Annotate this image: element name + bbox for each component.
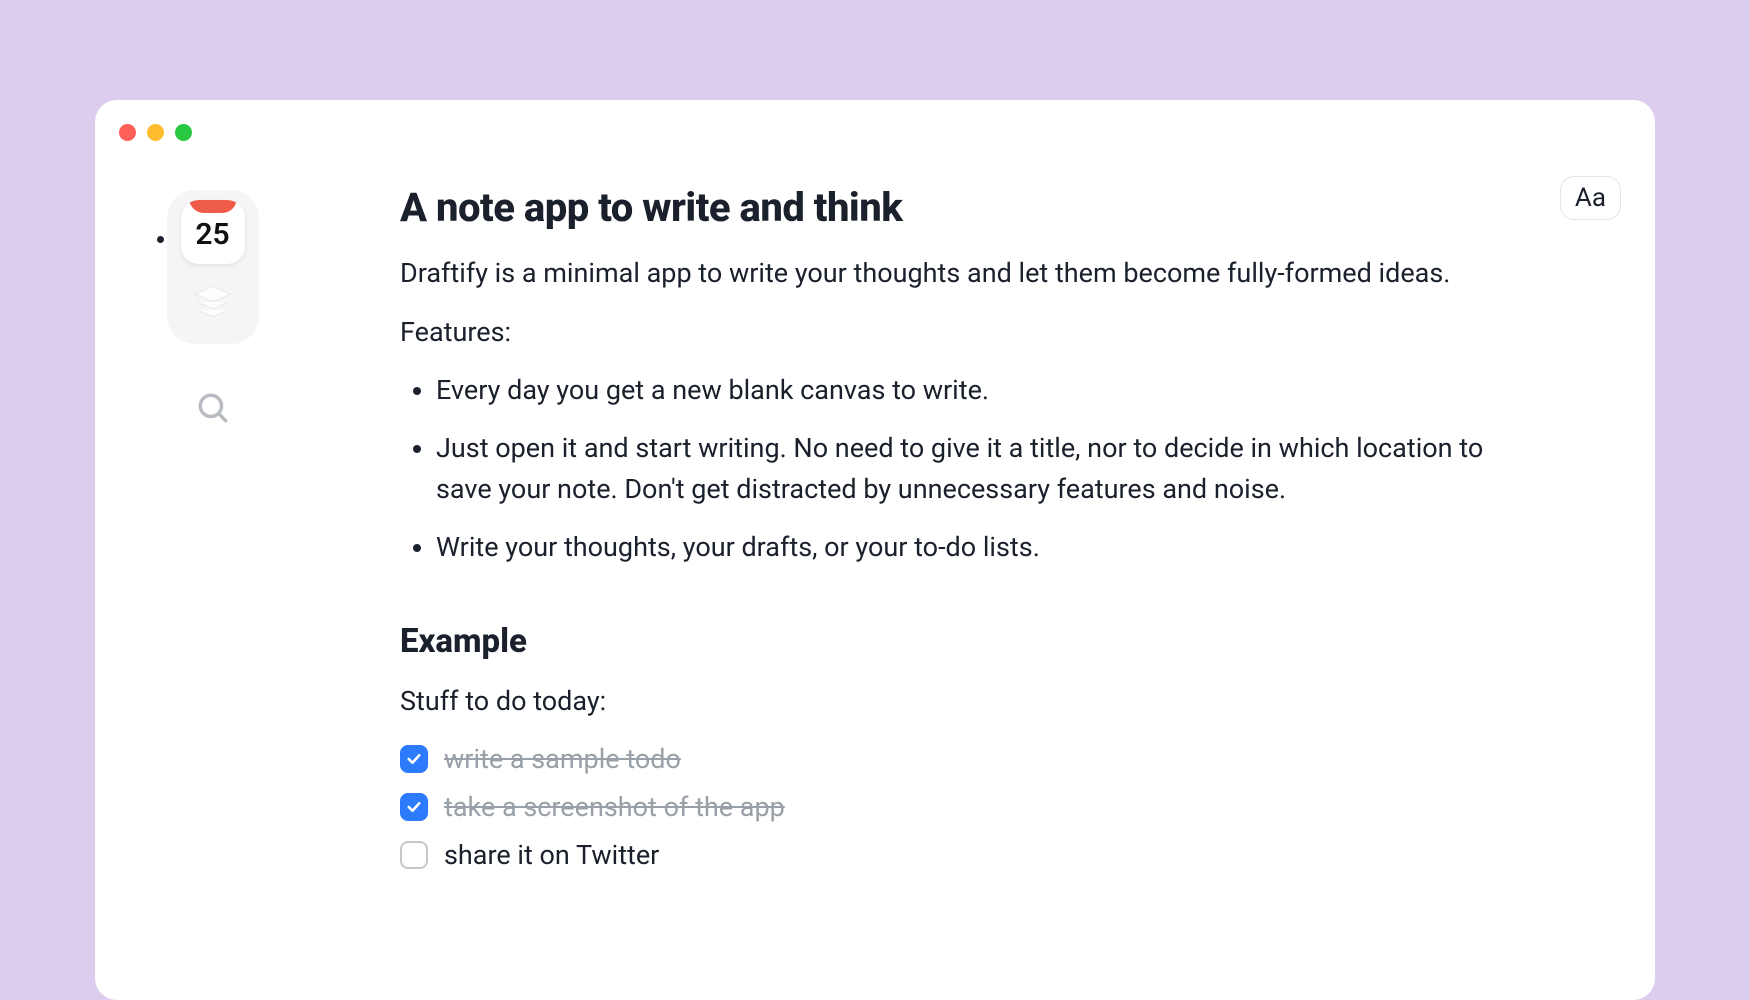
note-title[interactable]: A note app to write and think — [400, 184, 1575, 231]
today-button[interactable]: 25 — [181, 200, 245, 264]
list-item[interactable]: Every day you get a new blank canvas to … — [436, 370, 1575, 411]
todo-checkbox[interactable] — [400, 841, 428, 869]
calendar-icon — [189, 200, 237, 213]
app-body: 25 Aa A note a — [95, 100, 1655, 1000]
all-notes-button[interactable] — [181, 270, 245, 334]
features-list: Every day you get a new blank canvas to … — [400, 370, 1575, 568]
note-intro[interactable]: Draftify is a minimal app to write your … — [400, 253, 1575, 294]
todo-item: share it on Twitter — [400, 839, 1575, 871]
todo-checkbox[interactable] — [400, 793, 428, 821]
todo-item: take a screenshot of the app — [400, 791, 1575, 823]
app-window: 25 Aa A note a — [95, 100, 1655, 1000]
todo-text[interactable]: write a sample todo — [444, 743, 681, 775]
todo-checkbox[interactable] — [400, 745, 428, 773]
todo-text[interactable]: take a screenshot of the app — [444, 791, 785, 823]
sidebar-nav-group: 25 — [167, 190, 259, 344]
stack-icon — [192, 281, 234, 323]
search-button[interactable] — [181, 376, 245, 440]
calendar-day-number: 25 — [195, 217, 229, 252]
check-icon — [405, 750, 423, 768]
features-label[interactable]: Features: — [400, 316, 1575, 348]
list-item[interactable]: Just open it and start writing. No need … — [436, 428, 1575, 509]
typography-button[interactable]: Aa — [1560, 176, 1621, 220]
example-heading[interactable]: Example — [400, 622, 1575, 661]
sidebar: 25 — [95, 166, 330, 1000]
note-content[interactable]: Aa A note app to write and think Draftif… — [330, 166, 1655, 1000]
list-item[interactable]: Write your thoughts, your drafts, or you… — [436, 527, 1575, 568]
fullscreen-window-button[interactable] — [175, 124, 192, 141]
close-window-button[interactable] — [119, 124, 136, 141]
search-icon — [196, 391, 230, 425]
traffic-lights — [119, 124, 192, 141]
todo-text[interactable]: share it on Twitter — [444, 839, 659, 871]
example-intro[interactable]: Stuff to do today: — [400, 681, 1575, 722]
active-indicator-dot — [157, 236, 164, 243]
todo-item: write a sample todo — [400, 743, 1575, 775]
todo-list: write a sample todo take a screenshot of… — [400, 743, 1575, 871]
minimize-window-button[interactable] — [147, 124, 164, 141]
check-icon — [405, 798, 423, 816]
